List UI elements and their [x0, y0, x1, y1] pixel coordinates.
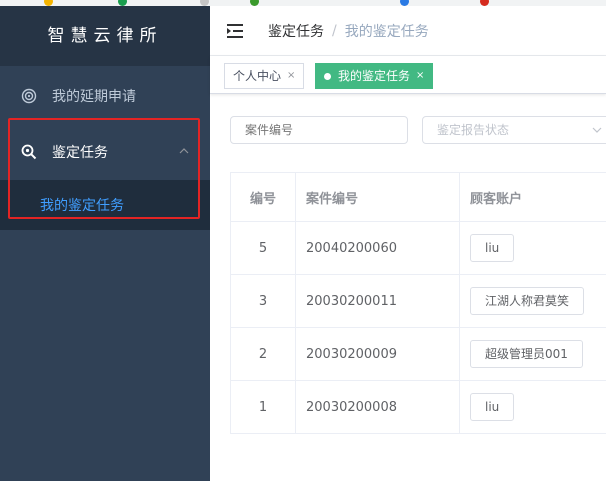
main-content: 鉴定任务 / 我的鉴定任务 个人中心 × 我的鉴定任务 × 鉴定报告状态 编号	[210, 6, 606, 481]
target-icon	[20, 87, 38, 105]
cell-customer-account: liu	[459, 221, 606, 275]
close-icon[interactable]: ×	[416, 64, 424, 88]
cell-id: 1	[230, 380, 296, 434]
search-icon	[20, 143, 38, 161]
table-row: 3 20030200011 江湖人称君莫笑	[230, 274, 606, 328]
table-header-row: 编号 案件编号 顾客账户	[230, 172, 606, 222]
tags-view: 个人中心 × 我的鉴定任务 ×	[210, 56, 606, 94]
sidebar-item-label: 鉴定任务	[52, 145, 108, 161]
report-status-select[interactable]: 鉴定报告状态	[422, 116, 606, 144]
chevron-down-icon	[591, 117, 603, 143]
breadcrumb: 鉴定任务 / 我的鉴定任务	[268, 21, 429, 41]
tag-my-appraisal-tasks[interactable]: 我的鉴定任务 ×	[315, 63, 434, 89]
cell-case-number: 20030200008	[295, 380, 460, 434]
cell-customer-account: 江湖人称君莫笑	[459, 274, 606, 328]
account-tag[interactable]: liu	[470, 234, 515, 262]
navbar: 鉴定任务 / 我的鉴定任务	[210, 6, 606, 56]
table-row: 5 20040200060 liu	[230, 221, 606, 275]
report-status-placeholder: 鉴定报告状态	[437, 123, 510, 137]
close-icon[interactable]: ×	[287, 64, 295, 88]
column-header-id[interactable]: 编号	[230, 172, 296, 222]
breadcrumb-separator: /	[332, 22, 337, 39]
appraisal-task-table: 编号 案件编号 顾客账户 5 20040200060 liu 3 2003020…	[230, 172, 606, 434]
sidebar-item-extension-requests[interactable]: 我的延期申请	[0, 68, 210, 124]
tag-label: 个人中心	[233, 69, 282, 83]
tag-label: 我的鉴定任务	[338, 69, 411, 83]
cell-id: 5	[230, 221, 296, 275]
column-header-case-number[interactable]: 案件编号	[295, 172, 460, 222]
cell-customer-account: liu	[459, 380, 606, 434]
hamburger-icon[interactable]	[226, 21, 246, 41]
cell-customer-account: 超级管理员001	[459, 327, 606, 381]
table-row: 2 20030200009 超级管理员001	[230, 327, 606, 381]
chevron-up-icon[interactable]	[178, 145, 190, 161]
cell-case-number: 20030200011	[295, 274, 460, 328]
brand-logo: 智慧云律所	[0, 6, 210, 66]
tag-personal-center[interactable]: 个人中心 ×	[224, 63, 305, 89]
cell-id: 3	[230, 274, 296, 328]
case-number-input[interactable]	[230, 116, 408, 144]
breadcrumb-item[interactable]: 鉴定任务	[268, 21, 324, 41]
active-dot-icon	[324, 72, 331, 80]
account-tag[interactable]: 超级管理员001	[470, 340, 583, 368]
cell-id: 2	[230, 327, 296, 381]
sidebar-item-label: 我的延期申请	[52, 89, 136, 105]
column-header-customer-account[interactable]: 顾客账户	[459, 172, 606, 222]
table-row: 1 20030200008 liu	[230, 380, 606, 434]
sidebar-item-appraisal-tasks[interactable]: 鉴定任务	[0, 124, 210, 180]
cell-case-number: 20040200060	[295, 221, 460, 275]
cell-case-number: 20030200009	[295, 327, 460, 381]
account-tag[interactable]: liu	[470, 393, 515, 421]
breadcrumb-current: 我的鉴定任务	[344, 23, 429, 40]
sidebar-subitem-my-appraisal-tasks[interactable]: 我的鉴定任务	[0, 180, 210, 230]
account-tag[interactable]: 江湖人称君莫笑	[470, 287, 585, 315]
sidebar: 智慧云律所 我的延期申请 鉴定任务 我的鉴定任务	[0, 6, 210, 481]
